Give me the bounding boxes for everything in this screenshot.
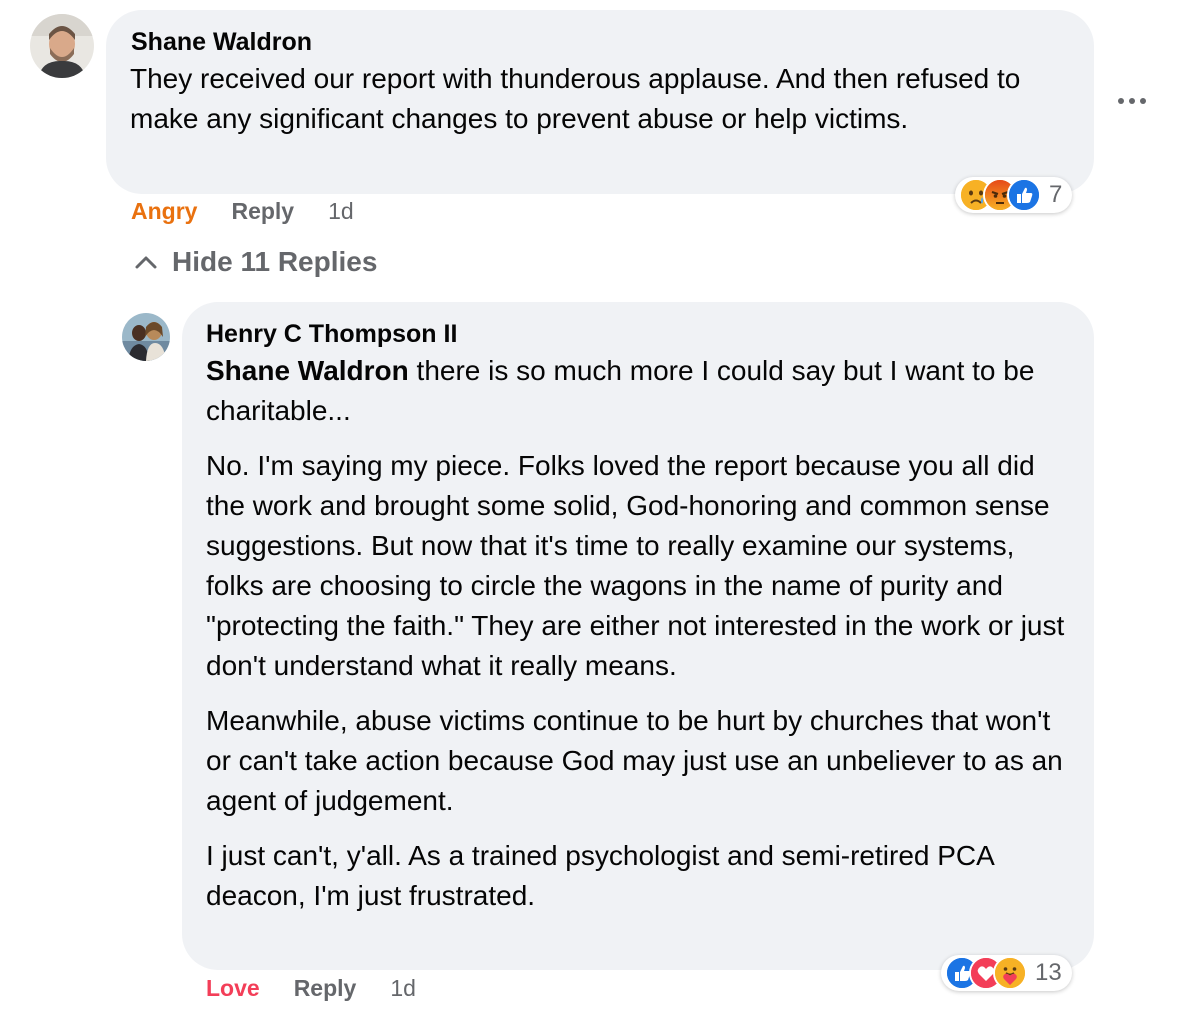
timestamp[interactable]: 1d [328,198,354,225]
mention-link[interactable]: Shane Waldron [206,355,409,386]
reply-paragraph-1: Shane Waldron there is so much more I co… [206,351,1074,431]
reply-author[interactable]: Henry C Thompson II [206,320,457,349]
comment-body: They received our report with thunderous… [130,63,1021,134]
timestamp[interactable]: 1d [390,975,416,1002]
hide-replies-label: Hide 11 Replies [172,246,378,277]
comment-actions: Angry Reply 1d [131,198,388,225]
hide-replies-button[interactable]: Hide 11 Replies [134,246,377,278]
dot-icon [1129,98,1135,104]
more-options-button[interactable] [1118,98,1146,104]
comment-reactions[interactable]: 7 [955,177,1073,213]
reply-button[interactable]: Reply [231,198,294,225]
reply-paragraph-2: No. I'm saying my piece. Folks loved the… [206,450,1065,681]
like-icon [1007,178,1041,212]
reply-button[interactable]: Reply [294,975,357,1002]
avatar-henry-thompson[interactable] [122,313,170,361]
reply-paragraph-4: I just can't, y'all. As a trained psycho… [206,840,994,911]
reaction-count: 13 [1035,959,1062,986]
reply-actions: Love Reply 1d [206,975,450,1002]
chevron-up-icon [135,256,157,269]
avatar-shane-waldron[interactable] [30,14,94,78]
comment-text: They received our report with thunderous… [130,59,1070,139]
dot-icon [1118,98,1124,104]
reaction-count: 7 [1049,181,1063,208]
dot-icon [1140,98,1146,104]
reaction-button[interactable]: Love [206,975,260,1002]
reply-paragraph-3: Meanwhile, abuse victims continue to be … [206,705,1063,816]
reply-reactions[interactable]: 13 [941,955,1072,991]
reply-text: Shane Waldron there is so much more I co… [206,351,1074,916]
comment-author[interactable]: Shane Waldron [131,28,312,57]
reaction-button[interactable]: Angry [131,198,197,225]
care-icon [993,956,1027,990]
